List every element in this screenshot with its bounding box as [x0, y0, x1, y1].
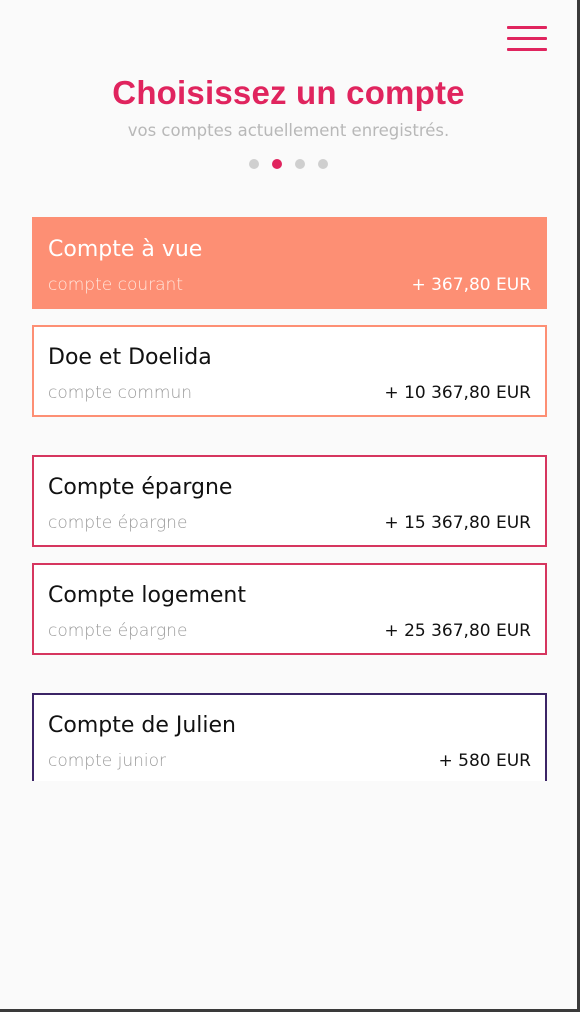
account-name: Compte logement: [48, 583, 246, 608]
pagination-dots: [249, 159, 328, 169]
account-type: compte junior: [48, 751, 167, 771]
account-type: compte courant: [48, 275, 183, 295]
account-type: compte commun: [48, 383, 193, 403]
pagination-dot-1[interactable]: [249, 159, 259, 169]
account-name: Compte de Julien: [48, 713, 236, 738]
account-balance: + 15 367,80 EUR: [384, 513, 531, 533]
pagination-dot-3[interactable]: [295, 159, 305, 169]
account-balance: + 367,80 EUR: [411, 275, 531, 295]
hamburger-menu-icon[interactable]: [507, 26, 547, 54]
account-balance: + 580 EUR: [438, 751, 532, 771]
account-card-compte-a-vue[interactable]: Compte à vue compte courant + 367,80 EUR: [32, 217, 547, 309]
account-type: compte épargne: [48, 513, 188, 533]
account-card-compte-logement[interactable]: Compte logement compte épargne + 25 367,…: [32, 563, 547, 655]
screen: Choisissez un compte vos comptes actuell…: [0, 0, 580, 1012]
page-title: Choisissez un compte: [112, 74, 465, 111]
page-subtitle: vos comptes actuellement enregistrés.: [127, 121, 450, 140]
menu-line: [507, 48, 547, 51]
account-card-compte-epargne[interactable]: Compte épargne compte épargne + 15 367,8…: [32, 455, 547, 547]
pagination-dot-2[interactable]: [272, 159, 282, 169]
account-card-doe-et-doelida[interactable]: Doe et Doelida compte commun + 10 367,80…: [32, 325, 547, 417]
menu-line: [507, 37, 547, 40]
account-type: compte épargne: [48, 621, 188, 641]
account-name: Compte épargne: [48, 475, 233, 500]
account-card-compte-de-julien[interactable]: Compte de Julien compte junior + 580 EUR: [32, 693, 547, 781]
account-balance: + 10 367,80 EUR: [384, 383, 531, 403]
menu-line: [507, 26, 547, 29]
account-name: Compte à vue: [48, 237, 203, 262]
account-balance: + 25 367,80 EUR: [384, 621, 531, 641]
pagination-dot-4[interactable]: [318, 159, 328, 169]
account-name: Doe et Doelida: [48, 345, 212, 370]
